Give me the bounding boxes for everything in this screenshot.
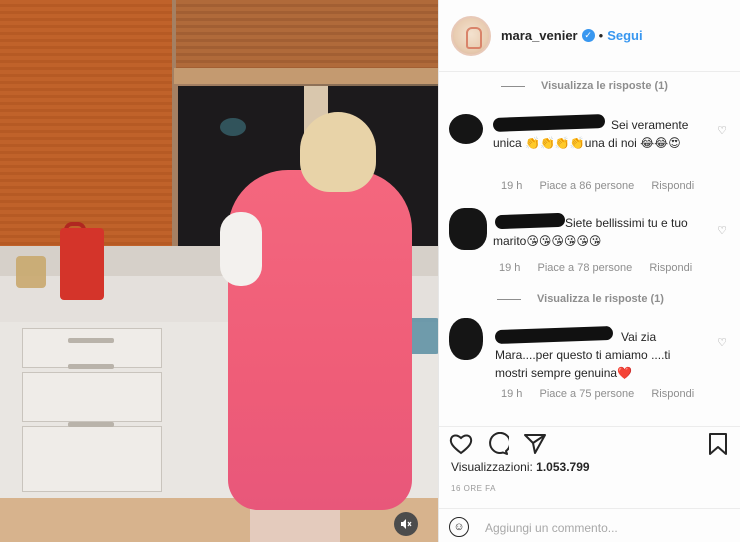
comment-time: 19 h [501, 388, 523, 400]
username[interactable]: mara_venier [501, 28, 578, 43]
comment-time: 19 h [501, 180, 523, 192]
avatar[interactable] [451, 15, 491, 56]
video-drawer [22, 328, 162, 368]
reply-button[interactable]: Rispondi [651, 180, 694, 192]
video-player[interactable] [0, 0, 440, 542]
view-replies-line [501, 85, 525, 87]
video-drawer [22, 426, 162, 492]
reply-button[interactable]: Rispondi [649, 262, 692, 274]
views-count: Visualizzazioni: 1.053.799 [451, 460, 590, 474]
post-date: 16 ORE FA [451, 484, 496, 493]
comment-likes[interactable]: Piace a 78 persone [537, 262, 632, 274]
heart-icon[interactable] [449, 433, 473, 455]
video-person-arm [220, 212, 262, 286]
share-icon[interactable] [523, 432, 547, 456]
post-header: mara_venier ✓ • Segui [439, 0, 740, 72]
add-comment-bar: ☺ Aggiungi un commento... [439, 508, 740, 542]
bookmark-icon[interactable] [707, 432, 729, 456]
video-window-light [220, 118, 246, 136]
comment-meta: 19 h Piace a 78 persone Rispondi [499, 262, 706, 274]
comment-avatar[interactable] [449, 114, 483, 144]
comment-avatar[interactable] [449, 318, 483, 360]
comment-avatar[interactable] [449, 208, 487, 250]
separator-dot: • [598, 28, 604, 43]
view-replies-link[interactable]: Visualizza le risposte (1) [497, 293, 664, 305]
video-blind-bar [174, 68, 440, 84]
reply-button[interactable]: Rispondi [651, 388, 694, 400]
view-replies-line [497, 298, 521, 300]
comment-likes[interactable]: Piace a 75 persone [539, 388, 634, 400]
post-panel: mara_venier ✓ • Segui Visualizza le risp… [438, 0, 740, 542]
video-drawer-handle [68, 422, 114, 427]
follow-button[interactable]: Segui [607, 28, 642, 43]
video-jar [16, 256, 46, 288]
heart-icon[interactable]: ♡ [717, 124, 727, 137]
mute-icon[interactable] [394, 512, 418, 536]
action-bar [439, 426, 740, 458]
video-blind-left [0, 0, 172, 250]
view-replies-label: Visualizza le risposte (1) [537, 293, 664, 305]
comment-input[interactable]: Aggiungi un commento... [485, 521, 618, 535]
view-replies-label: Visualizza le risposte (1) [541, 80, 668, 92]
video-drawer [22, 372, 162, 422]
verified-badge-icon: ✓ [581, 29, 595, 42]
comment-text: Sei veramente unica 👏👏👏👏una di noi 😂😂😍 [493, 118, 689, 150]
comment-meta: 19 h Piace a 86 persone Rispondi [501, 180, 708, 192]
video-person-hair [300, 112, 376, 192]
views-number: 1.053.799 [536, 460, 590, 474]
comment-icon[interactable] [485, 432, 509, 456]
heart-icon[interactable]: ♡ [717, 336, 727, 349]
comment-text: Siete bellissimi tu e tuo marito😘😘😘😘😘😘 [493, 216, 688, 248]
comment-meta: 19 h Piace a 75 persone Rispondi [501, 388, 708, 400]
video-drawer-handle [68, 338, 114, 343]
comment-text: Vai zia Mara....per questo ti amiamo ...… [495, 330, 671, 380]
comment-time: 19 h [499, 262, 521, 274]
comment-likes[interactable]: Piace a 86 persone [539, 180, 634, 192]
mute-icon-glyph [401, 519, 412, 529]
video-blind-top [176, 0, 440, 72]
view-replies-link[interactable]: Visualizza le risposte (1) [501, 80, 668, 92]
views-label: Visualizzazioni: [451, 460, 533, 474]
video-coffee-machine [60, 228, 104, 300]
emoji-icon[interactable]: ☺ [449, 517, 469, 537]
video-drawer-handle [68, 364, 114, 369]
heart-icon[interactable]: ♡ [717, 224, 727, 237]
